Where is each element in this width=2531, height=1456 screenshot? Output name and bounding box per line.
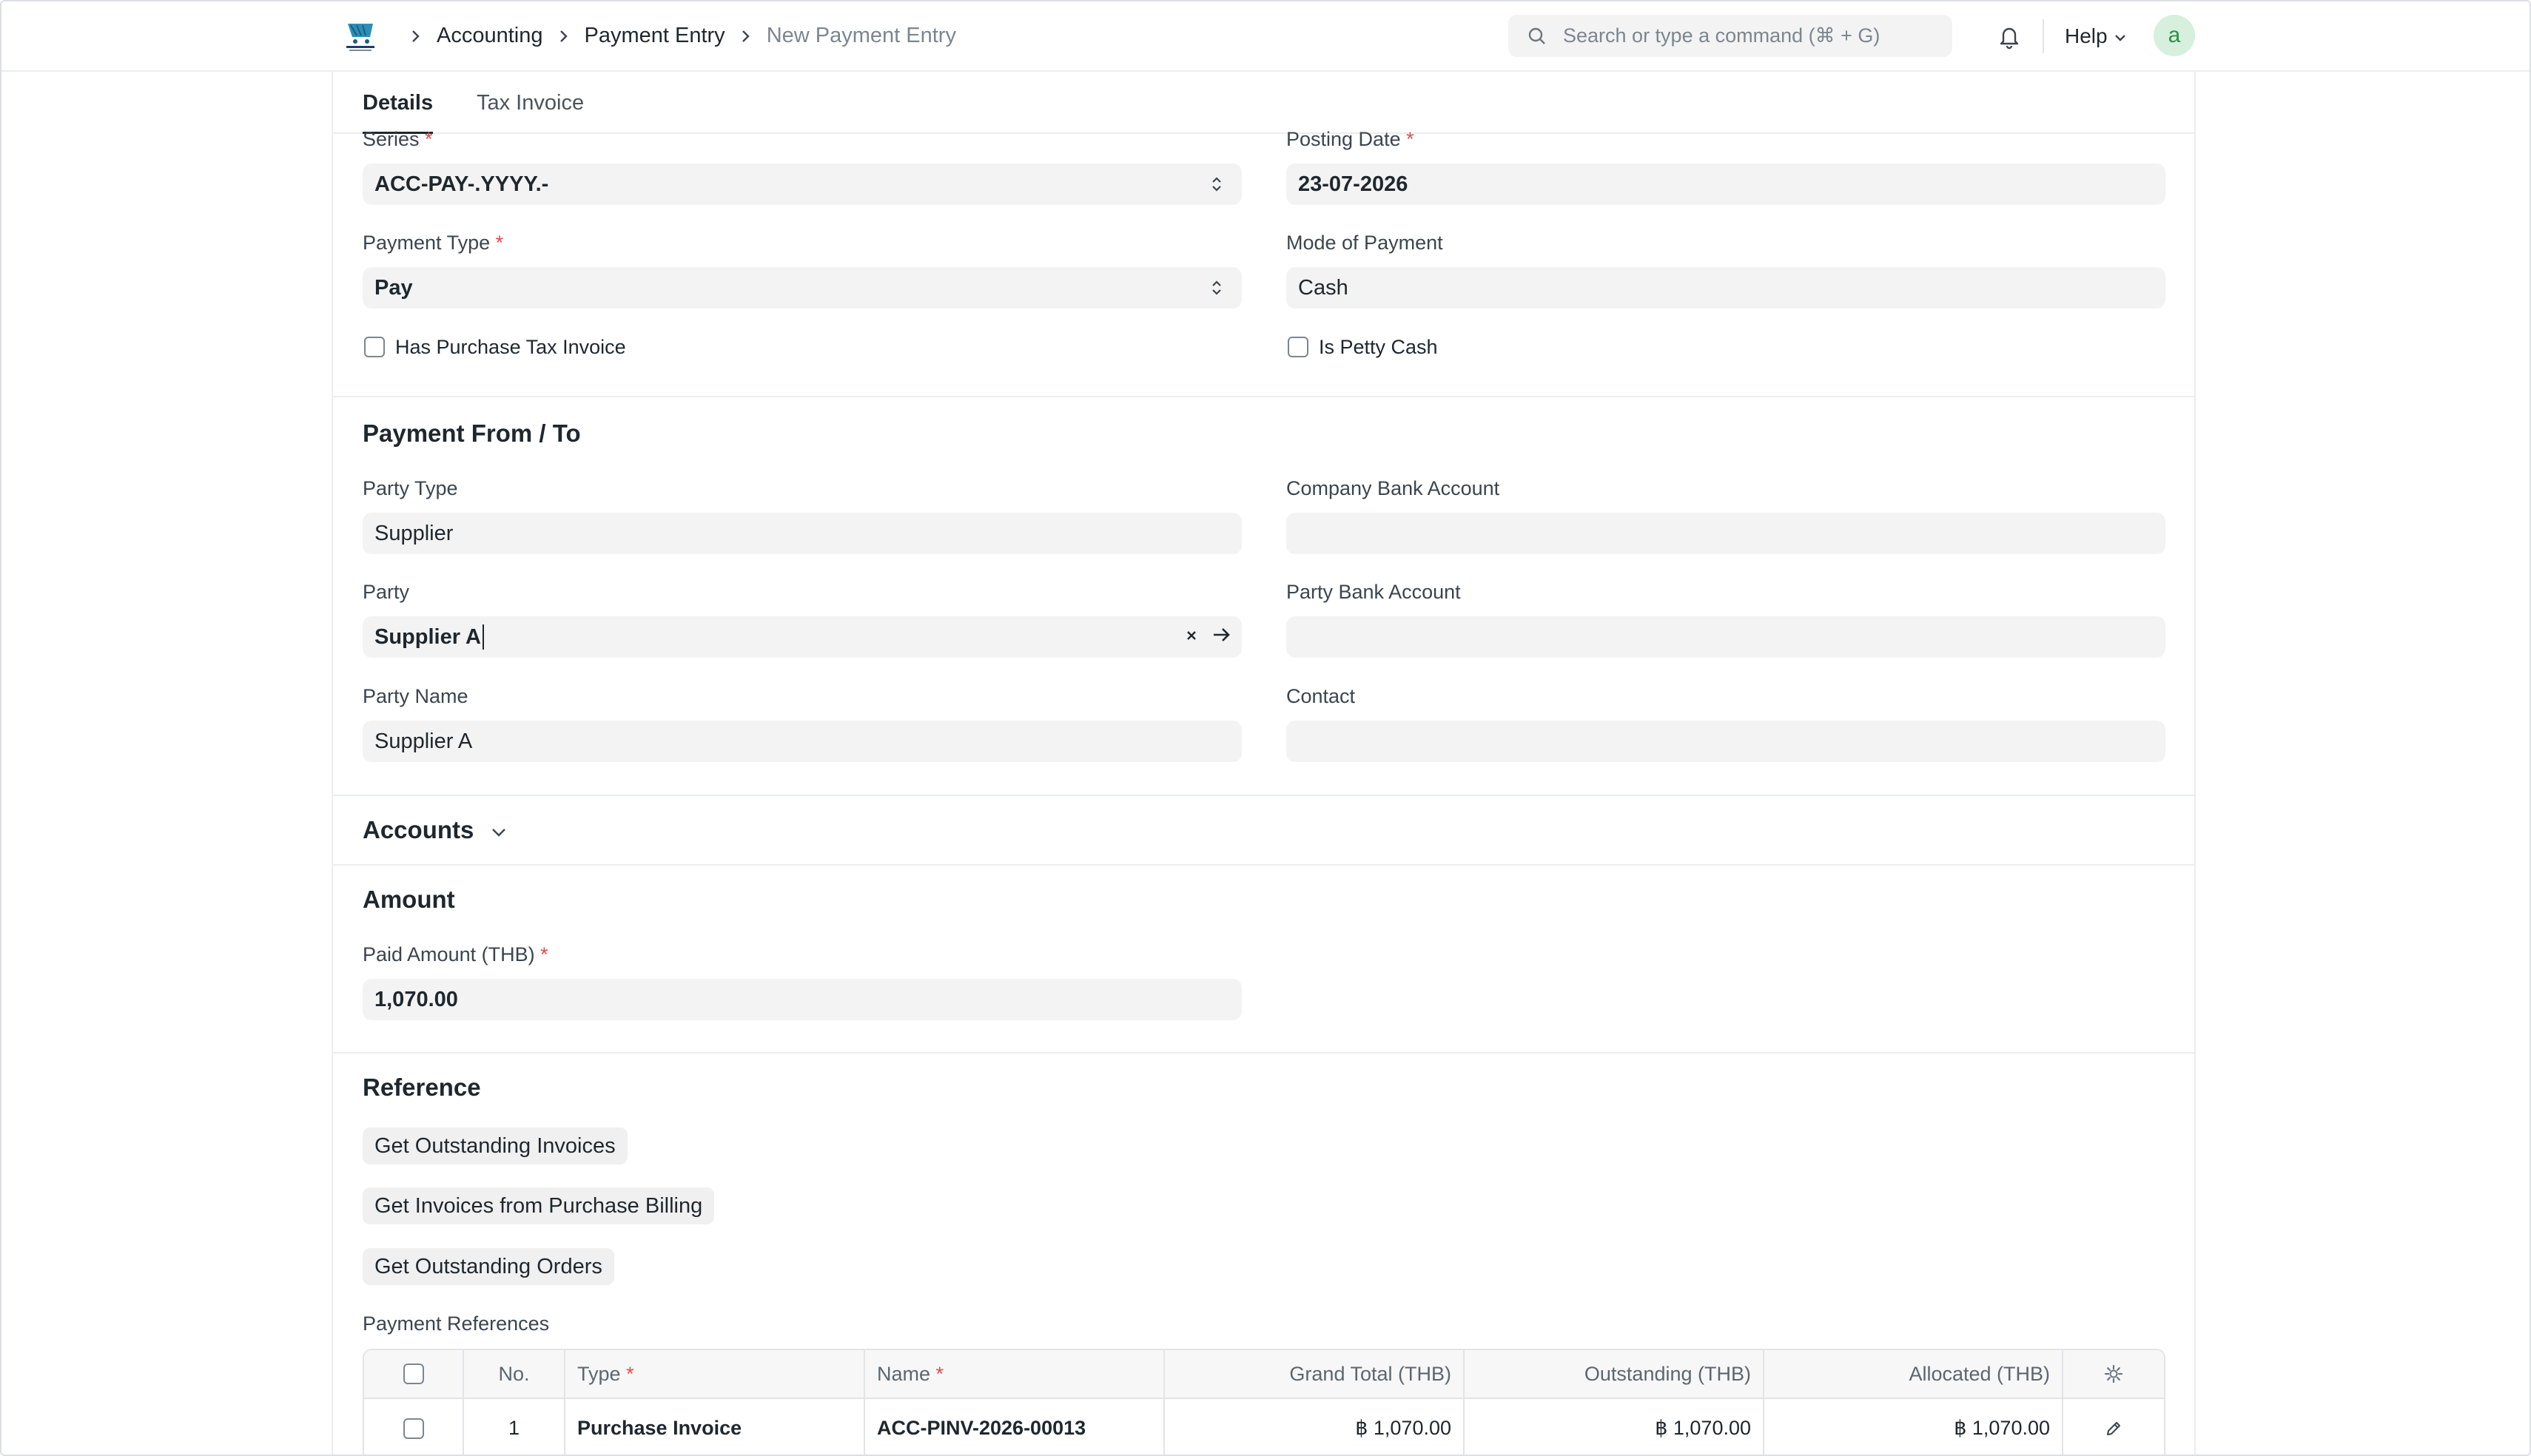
breadcrumb-current: New Payment Entry (766, 24, 956, 47)
edit-icon[interactable] (2063, 1399, 2164, 1456)
section-divider (333, 795, 2194, 796)
party-field[interactable]: Supplier A (363, 616, 1242, 658)
chevron-right-icon (558, 29, 570, 44)
column-header-no: No. (464, 1350, 565, 1398)
section-divider (333, 1052, 2194, 1054)
paid-amount-label: Paid Amount (THB) * (363, 943, 548, 965)
cell-allocated[interactable]: ฿ 1,070.00 (1764, 1399, 2063, 1456)
chevron-down-icon (490, 816, 508, 844)
get-outstanding-orders-button[interactable]: Get Outstanding Orders (363, 1248, 614, 1285)
search-placeholder: Search or type a command (⌘ + G) (1563, 24, 1880, 47)
section-title-amount: Amount (363, 886, 455, 913)
posting-date-field[interactable]: 23-07-2026 (1286, 164, 2165, 205)
posting-date-label: Posting Date * (1286, 128, 1414, 150)
tab-details[interactable]: Details (363, 72, 434, 134)
search-icon (1526, 25, 1548, 47)
breadcrumb-accounting[interactable]: Accounting (437, 24, 543, 48)
party-label: Party (363, 581, 410, 603)
payment-entry-form: Details Tax Invoice Series * ACC-PAY-.YY… (332, 72, 2196, 1456)
mode-of-payment-field[interactable]: Cash (1286, 267, 2165, 309)
contact-field[interactable] (1286, 721, 2165, 762)
party-name-label: Party Name (363, 685, 468, 707)
chevron-right-icon (410, 29, 422, 44)
section-title-reference: Reference (363, 1074, 481, 1101)
payment-type-value: Pay (374, 275, 413, 300)
payment-type-select[interactable]: Pay (363, 267, 1242, 309)
company-bank-account-label: Company Bank Account (1286, 477, 1500, 499)
has-purchase-tax-invoice-checkbox[interactable] (364, 337, 385, 357)
mode-of-payment-label: Mode of Payment (1286, 232, 1443, 254)
party-actions (1184, 624, 1231, 649)
party-type-field[interactable]: Supplier (363, 513, 1242, 554)
row-checkbox[interactable] (403, 1418, 424, 1439)
payment-type-label: Payment Type * (363, 232, 504, 254)
column-header-allocated: Allocated (THB) (1764, 1350, 2063, 1398)
cell-no: 1 (464, 1399, 565, 1456)
bell-icon[interactable] (1995, 22, 2023, 50)
series-value: ACC-PAY-.YYYY.- (374, 172, 549, 196)
cell-type[interactable]: Purchase Invoice (565, 1399, 865, 1456)
paid-amount-field[interactable]: 1,070.00 (363, 979, 1242, 1020)
party-value: Supplier A (374, 624, 481, 649)
party-type-label: Party Type (363, 477, 458, 499)
get-invoices-purchase-billing-button[interactable]: Get Invoices from Purchase Billing (363, 1187, 715, 1224)
cell-outstanding[interactable]: ฿ 1,070.00 (1465, 1399, 1764, 1456)
section-divider (333, 396, 2194, 397)
company-bank-account-field[interactable] (1286, 513, 2165, 554)
party-bank-account-label: Party Bank Account (1286, 581, 1461, 603)
chevron-down-icon (2114, 24, 2127, 48)
party-bank-account-field[interactable] (1286, 616, 2165, 658)
section-title-payment-from-to: Payment From / To (363, 419, 581, 447)
payment-references-table: No. Type * Name * Grand Total (THB) Outs… (363, 1349, 2165, 1456)
help-label: Help (2065, 24, 2108, 47)
row-select-cell (364, 1399, 464, 1456)
series-label: Series * (363, 128, 433, 150)
top-navbar: Accounting Payment Entry New Payment Ent… (0, 0, 2531, 72)
search-bar[interactable]: Search or type a command (⌘ + G) (1508, 15, 1952, 57)
table-header: No. Type * Name * Grand Total (THB) Outs… (364, 1350, 2164, 1399)
select-all-checkbox[interactable] (403, 1364, 424, 1384)
text-cursor (482, 624, 484, 650)
arrow-right-icon[interactable] (1212, 624, 1231, 649)
cell-name[interactable]: ACC-PINV-2026-00013 (865, 1399, 1165, 1456)
party-name-field[interactable]: Supplier A (363, 721, 1242, 762)
contact-label: Contact (1286, 685, 1356, 707)
series-select[interactable]: ACC-PAY-.YYYY.- (363, 164, 1242, 205)
column-header-grand-total: Grand Total (THB) (1165, 1350, 1465, 1398)
breadcrumb-payment-entry[interactable]: Payment Entry (585, 24, 725, 48)
clear-icon[interactable] (1184, 624, 1199, 649)
column-header-type: Type * (565, 1350, 865, 1398)
select-arrows-icon (1211, 174, 1223, 195)
payment-references-label: Payment References (363, 1312, 550, 1335)
column-header-outstanding: Outstanding (THB) (1465, 1350, 1764, 1398)
navbar-divider (2043, 19, 2044, 53)
select-arrows-icon (1211, 277, 1223, 298)
app-logo[interactable] (340, 15, 380, 55)
get-outstanding-invoices-button[interactable]: Get Outstanding Invoices (363, 1128, 628, 1165)
help-dropdown[interactable]: Help (2065, 0, 2127, 72)
avatar[interactable]: a (2154, 15, 2195, 56)
breadcrumb: Accounting Payment Entry New Payment Ent… (406, 0, 956, 72)
accounts-section-toggle[interactable]: Accounts (363, 816, 508, 844)
section-divider (333, 864, 2194, 866)
column-header-name: Name * (865, 1350, 1165, 1398)
is-petty-cash-checkbox[interactable] (1288, 337, 1308, 357)
tab-tax-invoice[interactable]: Tax Invoice (477, 72, 584, 134)
gear-icon[interactable] (2063, 1350, 2164, 1398)
has-purchase-tax-invoice-label: Has Purchase Tax Invoice (395, 336, 626, 358)
chevron-right-icon (740, 29, 752, 44)
cell-grand-total[interactable]: ฿ 1,070.00 (1165, 1399, 1465, 1456)
table-row[interactable]: 1 Purchase Invoice ACC-PINV-2026-00013 ฿… (364, 1399, 2164, 1456)
section-title-accounts: Accounts (363, 816, 474, 843)
is-petty-cash-label: Is Petty Cash (1319, 336, 1438, 358)
select-all-cell (364, 1350, 464, 1398)
form-tabs: Details Tax Invoice (333, 72, 2194, 134)
